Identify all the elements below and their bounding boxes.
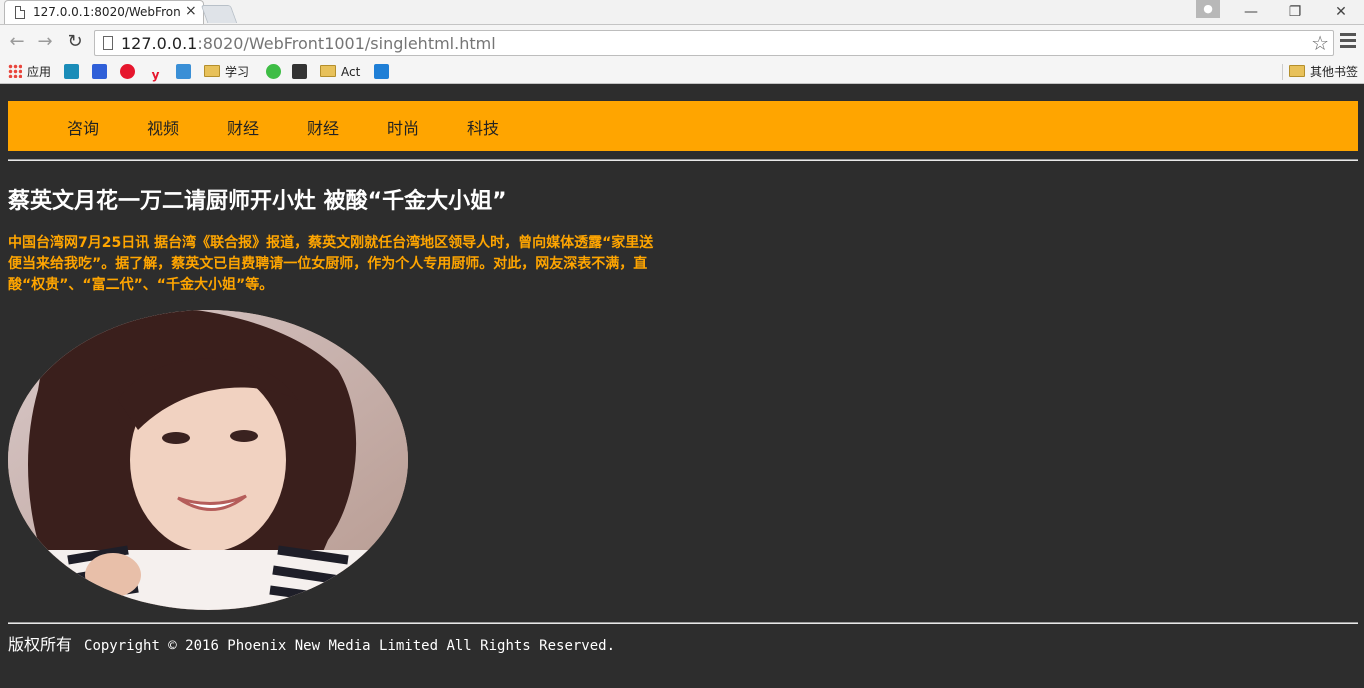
- reload-icon[interactable]: ↻: [64, 31, 86, 53]
- bookmark-folder-act[interactable]: Act: [320, 63, 360, 81]
- photo-icon: [176, 64, 191, 79]
- close-window-button[interactable]: ✕: [1326, 2, 1356, 22]
- site-nav: 咨询 视频 财经 财经 时尚 科技: [8, 101, 1358, 151]
- folder-icon: [320, 65, 336, 77]
- article-body: 中国台湾网7月25日讯 据台湾《联合报》报道，蔡英文刚就任台湾地区领导人时，曾向…: [8, 235, 654, 293]
- tab-title: 127.0.0.1:8020/WebFron: [33, 5, 181, 19]
- nav-item-finance[interactable]: 财经: [227, 115, 259, 139]
- browser-toolbar: ← → ↻ 127.0.0.1:8020/WebFront1001/single…: [0, 24, 1364, 60]
- bing-icon: [64, 64, 79, 79]
- page-icon: [103, 36, 113, 50]
- bookmark-iqiyi[interactable]: [266, 63, 285, 81]
- tv-icon: [292, 64, 307, 79]
- nav-item-fashion[interactable]: 时尚: [387, 115, 419, 139]
- bookmark-label: Act: [341, 65, 361, 79]
- restore-button[interactable]: ❐: [1280, 2, 1310, 22]
- other-bookmarks[interactable]: 其他书签: [1289, 63, 1358, 81]
- apps-icon: [8, 64, 22, 78]
- footer-label: 版权所有: [8, 635, 73, 654]
- bookmark-label: 应用: [27, 65, 52, 79]
- footer: 版权所有 Copyright © 2016 Phoenix New Media L…: [8, 631, 615, 655]
- folder-icon: [1289, 65, 1305, 77]
- new-tab-button[interactable]: [200, 5, 238, 23]
- back-arrow-icon[interactable]: ←: [6, 31, 28, 53]
- bookmark-bing[interactable]: [64, 63, 83, 81]
- copyright-text: Copyright © 2016 Phoenix New Media Limit…: [84, 638, 616, 654]
- address-bar[interactable]: 127.0.0.1:8020/WebFront1001/singlehtml.h…: [94, 30, 1334, 56]
- bookmark-star-icon[interactable]: ☆: [1311, 31, 1329, 55]
- bookmark-apps[interactable]: 应用: [8, 63, 51, 81]
- bookmark-tv[interactable]: [292, 63, 311, 81]
- page-content: 咨询 视频 财经 财经 时尚 科技 蔡英文月花一万二请厨师开小灶 被酸“千金大小…: [0, 85, 1364, 688]
- minimize-button[interactable]: —: [1236, 2, 1266, 22]
- baidu-icon: [92, 64, 107, 79]
- bookmark-folder-study[interactable]: 学习: [204, 63, 249, 81]
- bookmark-label: 学习: [225, 65, 250, 79]
- bookmark-app[interactable]: [374, 63, 393, 81]
- nav-item-finance-2[interactable]: 财经: [307, 115, 339, 139]
- url-text[interactable]: 127.0.0.1:8020/WebFront1001/singlehtml.h…: [121, 34, 496, 53]
- url-host: 127.0.0.1: [121, 34, 198, 53]
- nav-item-tech[interactable]: 科技: [467, 115, 499, 139]
- bookmark-photo[interactable]: [176, 63, 195, 81]
- nav-item-video[interactable]: 视频: [147, 115, 179, 139]
- bookmark-separator: [1282, 64, 1283, 80]
- forward-arrow-icon[interactable]: →: [34, 31, 56, 53]
- folder-icon: [204, 65, 220, 77]
- iqiyi-icon: [266, 64, 281, 79]
- bookmark-weibo[interactable]: [120, 63, 139, 81]
- page-icon: [15, 6, 25, 19]
- divider: [8, 622, 1358, 624]
- profile-icon[interactable]: ●: [1196, 0, 1220, 18]
- article-photo: [8, 310, 408, 610]
- menu-icon[interactable]: [1340, 33, 1356, 51]
- other-bookmarks-label: 其他书签: [1310, 65, 1359, 79]
- nav-item-consult[interactable]: 咨询: [67, 115, 99, 139]
- bookmark-youdao[interactable]: y: [148, 63, 167, 82]
- bookmark-baidu[interactable]: [92, 63, 111, 81]
- url-path: :8020/WebFront1001/singlehtml.html: [197, 34, 496, 53]
- weibo-icon: [120, 64, 135, 79]
- browser-tab[interactable]: 127.0.0.1:8020/WebFron ×: [4, 0, 204, 24]
- youdao-icon: y: [151, 68, 160, 82]
- tab-close-icon[interactable]: ×: [185, 3, 197, 19]
- article-headline: 蔡英文月花一万二请厨师开小灶 被酸“千金大小姐”: [8, 189, 507, 214]
- app-icon: [374, 64, 389, 79]
- tab-strip: 127.0.0.1:8020/WebFron × ● — ❐ ✕: [0, 0, 1364, 24]
- bookmarks-bar: 应用 y 学习 Act 其他书签: [0, 60, 1364, 84]
- divider: [8, 159, 1358, 161]
